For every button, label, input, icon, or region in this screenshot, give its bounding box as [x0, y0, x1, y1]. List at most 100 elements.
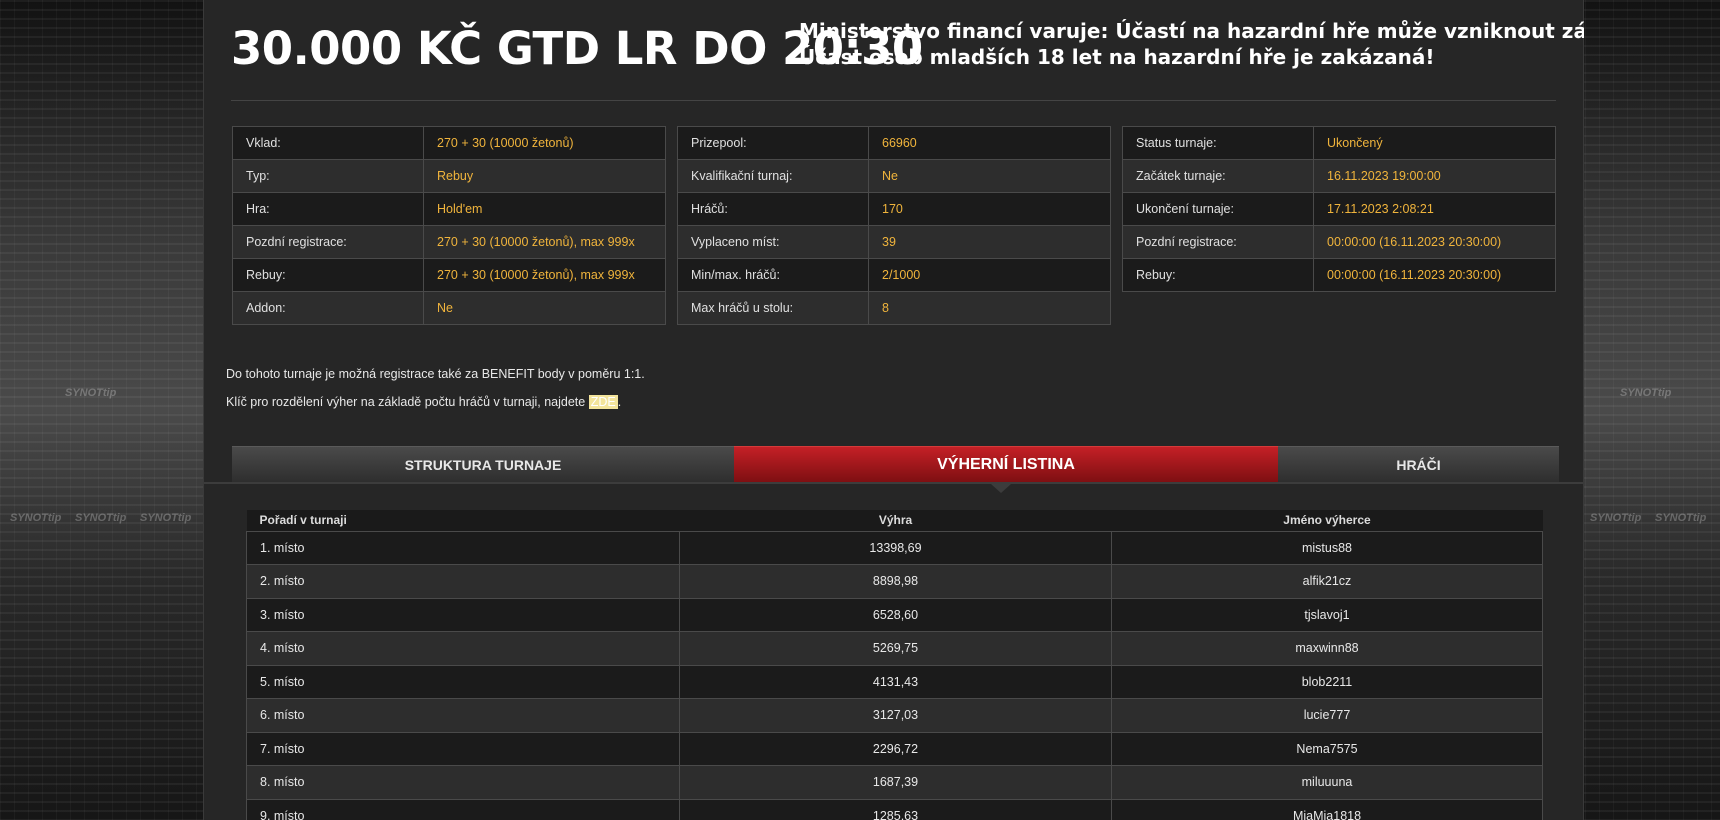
prize-cell: 2296,72 [679, 731, 1112, 766]
info-label: Status turnaje: [1122, 126, 1314, 160]
info-label: Rebuy: [232, 258, 424, 292]
tournament-info-table-2: Prizepool: 66960 Kvalifikační turnaj: Ne Hrá… [677, 126, 1111, 325]
tournament-info-table-3: Status turnaje: Ukončený Začátek turnaje: 1… [1122, 126, 1556, 292]
table-row: 2. místo 8898,98 alfik21cz [246, 564, 1543, 599]
column-header-rank: Pořadí v turnaji [246, 510, 680, 531]
winner-cell: Nema7575 [1111, 731, 1543, 766]
brand-watermark: SYNOTtip [1655, 512, 1707, 524]
rank-cell: 8. místo [246, 765, 680, 800]
prize-cell: 13398,69 [679, 530, 1112, 565]
info-label: Addon: [232, 291, 424, 325]
table-row: 1. místo 13398,69 mistus88 [246, 530, 1543, 565]
info-row: Max hráčů u stolu: 8 [677, 291, 1111, 325]
info-value: Ne [423, 291, 666, 325]
prize-cell: 5269,75 [679, 631, 1112, 666]
tournament-info-table-1: Vklad: 270 + 30 (10000 žetonů) Typ: Rebuy Hr… [232, 126, 666, 325]
tab-players[interactable]: HRÁČI [1278, 446, 1559, 482]
brand-watermark: SYNOTtip [75, 512, 127, 524]
info-row: Ukončení turnaje: 17.11.2023 2:08:21 [1122, 192, 1556, 226]
info-row: Typ: Rebuy [232, 159, 666, 193]
stadium-background-left: SYNOTtip SYNOTtip SYNOTtip SYNOTtip [0, 0, 205, 820]
info-value: Ukončený [1313, 126, 1556, 160]
table-row: 5. místo 4131,43 blob2211 [246, 664, 1543, 699]
prize-cell: 4131,43 [679, 664, 1112, 699]
prize-cell: 3127,03 [679, 698, 1112, 733]
info-label: Typ: [232, 159, 424, 193]
info-value: 39 [868, 225, 1111, 259]
rank-cell: 4. místo [246, 631, 680, 666]
tabs-underline [204, 482, 1583, 484]
info-value: 00:00:00 (16.11.2023 20:30:00) [1313, 258, 1556, 292]
info-row: Rebuy: 270 + 30 (10000 žetonů), max 999x [232, 258, 666, 292]
divider [231, 100, 1556, 101]
info-row: Kvalifikační turnaj: Ne [677, 159, 1111, 193]
info-label: Pozdní registrace: [1122, 225, 1314, 259]
rank-cell: 9. místo [246, 798, 680, 820]
info-value: 16.11.2023 19:00:00 [1313, 159, 1556, 193]
prize-cell: 1285,63 [679, 798, 1112, 820]
info-value: 270 + 30 (10000 žetonů), max 999x [423, 225, 666, 259]
info-label: Vklad: [232, 126, 424, 160]
info-row: Pozdní registrace: 00:00:00 (16.11.2023 2… [1122, 225, 1556, 259]
info-row: Vyplaceno míst: 39 [677, 225, 1111, 259]
info-label: Ukončení turnaje: [1122, 192, 1314, 226]
table-row: 9. místo 1285,63 MiaMia1818 [246, 798, 1543, 820]
info-row: Hra: Hold'em [232, 192, 666, 226]
table-row: 3. místo 6528,60 tjslavoj1 [246, 597, 1543, 632]
info-value: Ne [868, 159, 1111, 193]
info-value: 2/1000 [868, 258, 1111, 292]
info-row: Hráčů: 170 [677, 192, 1111, 226]
info-value: 170 [868, 192, 1111, 226]
info-label: Kvalifikační turnaj: [677, 159, 869, 193]
info-row: Vklad: 270 + 30 (10000 žetonů) [232, 126, 666, 160]
payout-key-suffix: . [617, 395, 622, 409]
rank-cell: 1. místo [246, 530, 680, 565]
winner-cell: blob2211 [1111, 664, 1543, 699]
payout-key-note: Klíč pro rozdělení výher na základě počt… [226, 395, 621, 409]
info-row: Pozdní registrace: 270 + 30 (10000 žetonů… [232, 225, 666, 259]
info-value: Rebuy [423, 159, 666, 193]
info-value: 66960 [868, 126, 1111, 160]
table-row: 8. místo 1687,39 miluuuna [246, 765, 1543, 800]
tab-tournament-structure[interactable]: STRUKTURA TURNAJE [232, 446, 734, 482]
info-row: Prizepool: 66960 [677, 126, 1111, 160]
info-row: Status turnaje: Ukončený [1122, 126, 1556, 160]
winner-cell: mistus88 [1111, 530, 1543, 565]
brand-watermark: SYNOTtip [65, 387, 117, 399]
info-label: Hra: [232, 192, 424, 226]
prize-cell: 6528,60 [679, 597, 1112, 632]
warning-line-1: Ministerstvo financí varuje: Účastí na h… [799, 19, 1584, 43]
info-value: 270 + 30 (10000 žetonů), max 999x [423, 258, 666, 292]
info-label: Min/max. hráčů: [677, 258, 869, 292]
info-label: Začátek turnaje: [1122, 159, 1314, 193]
info-row: Addon: Ne [232, 291, 666, 325]
winner-cell: alfik21cz [1111, 564, 1543, 599]
column-header-winner: Jméno výherce [1111, 510, 1543, 531]
info-label: Max hráčů u stolu: [677, 291, 869, 325]
info-row: Rebuy: 00:00:00 (16.11.2023 20:30:00) [1122, 258, 1556, 292]
info-label: Rebuy: [1122, 258, 1314, 292]
warning-line-2: Účast osob mladších 18 let na hazardní h… [799, 45, 1435, 69]
prize-cell: 8898,98 [679, 564, 1112, 599]
info-label: Prizepool: [677, 126, 869, 160]
winner-cell: tjslavoj1 [1111, 597, 1543, 632]
info-label: Pozdní registrace: [232, 225, 424, 259]
rank-cell: 6. místo [246, 698, 680, 733]
tournament-detail-panel: 30.000 KČ GTD LR DO 20:30 Ministerstvo f… [203, 0, 1584, 820]
payout-key-link[interactable]: ZDE [588, 395, 618, 409]
prize-list-table: Pořadí v turnaji Výhra Jméno výherce 1. … [246, 510, 1543, 820]
info-row: Začátek turnaje: 16.11.2023 19:00:00 [1122, 159, 1556, 193]
brand-watermark: SYNOTtip [10, 512, 62, 524]
rank-cell: 7. místo [246, 731, 680, 766]
column-header-prize: Výhra [679, 510, 1112, 531]
rank-cell: 3. místo [246, 597, 680, 632]
table-row: 7. místo 2296,72 Nema7575 [246, 731, 1543, 766]
rank-cell: 2. místo [246, 564, 680, 599]
info-row: Min/max. hráčů: 2/1000 [677, 258, 1111, 292]
info-value: 270 + 30 (10000 žetonů) [423, 126, 666, 160]
winner-cell: lucie777 [1111, 698, 1543, 733]
table-row: 6. místo 3127,03 lucie777 [246, 698, 1543, 733]
info-value: 00:00:00 (16.11.2023 20:30:00) [1313, 225, 1556, 259]
tab-prize-list[interactable]: VÝHERNÍ LISTINA [734, 446, 1278, 482]
info-label: Hráčů: [677, 192, 869, 226]
